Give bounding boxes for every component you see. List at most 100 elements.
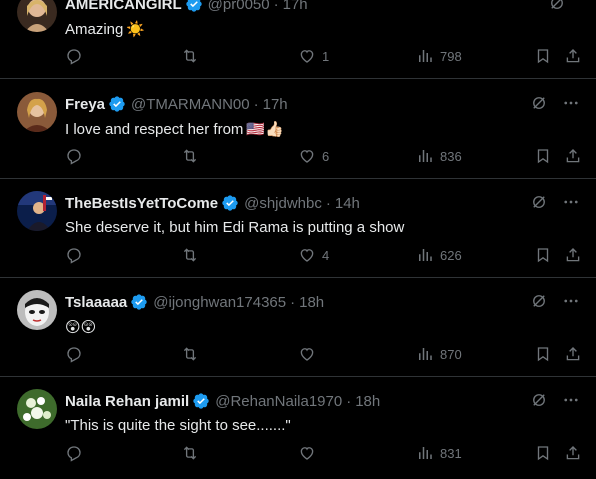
display-name[interactable]: AMERICANGIRL: [65, 0, 182, 13]
avatar[interactable]: [17, 290, 57, 330]
tweet-top-actions: [530, 94, 580, 112]
more-icon[interactable]: [562, 94, 580, 112]
display-name[interactable]: Freya: [65, 96, 105, 113]
grok-icon[interactable]: [548, 0, 566, 12]
like-button[interactable]: [298, 345, 322, 363]
avatar[interactable]: [17, 0, 57, 32]
repost-icon: [183, 248, 197, 262]
like-count: 4: [322, 247, 330, 263]
timestamp[interactable]: 14h: [335, 195, 360, 212]
reply-button[interactable]: [65, 147, 89, 165]
reply-button[interactable]: [65, 246, 89, 264]
tweet-top-actions: [530, 391, 580, 409]
tweet-text: Amazing ☀️: [65, 20, 146, 39]
repost-button[interactable]: [181, 345, 205, 363]
views-button[interactable]: 798: [416, 47, 462, 65]
views-icon: [419, 249, 432, 261]
views-count: 626: [440, 247, 462, 263]
share-icon: [566, 446, 580, 460]
reply-icon: [67, 347, 81, 363]
bookmark-button[interactable]: [534, 246, 552, 264]
like-icon: [300, 249, 314, 262]
display-name[interactable]: Naila Rehan jamil: [65, 393, 189, 410]
repost-button[interactable]: [181, 246, 205, 264]
tweet[interactable]: Tslaaaaa @ijonghwan174365 · 18h 😲😲 870: [0, 278, 596, 377]
tweet-emoji: 😲😲: [65, 319, 97, 336]
views-icon: [419, 447, 432, 459]
separator-dot: ·: [273, 0, 279, 13]
more-icon[interactable]: [562, 193, 580, 211]
tweet[interactable]: TheBestIsYetToCome @shjdwhbc · 14h She d…: [0, 179, 596, 278]
views-count: 831: [440, 445, 462, 461]
avatar[interactable]: [17, 92, 57, 132]
tweet-emoji: ☀️: [126, 21, 146, 38]
handle[interactable]: @ijonghwan174365: [153, 294, 286, 311]
tweet[interactable]: Freya @TMARMANN00 · 17h I love and respe…: [0, 80, 596, 179]
repost-icon: [183, 347, 197, 361]
grok-icon[interactable]: [530, 94, 548, 112]
like-icon: [300, 447, 314, 460]
timestamp[interactable]: 17h: [283, 0, 308, 13]
views-icon: [419, 150, 432, 162]
avatar[interactable]: [17, 389, 57, 429]
reply-button[interactable]: [65, 444, 89, 462]
timestamp[interactable]: 17h: [263, 96, 288, 113]
like-button[interactable]: 4: [298, 246, 329, 264]
repost-button[interactable]: [181, 147, 205, 165]
views-count: 870: [440, 346, 462, 362]
timestamp[interactable]: 18h: [355, 393, 380, 410]
share-button[interactable]: [564, 246, 582, 264]
tweet-text: "This is quite the sight to see.......": [65, 417, 291, 434]
bookmark-icon: [537, 347, 549, 362]
reply-icon: [67, 248, 81, 264]
separator-dot: ·: [325, 194, 331, 212]
display-name[interactable]: TheBestIsYetToCome: [65, 195, 218, 212]
repost-button[interactable]: [181, 444, 205, 462]
like-button[interactable]: [298, 444, 322, 462]
bookmark-icon: [537, 49, 549, 64]
bookmark-button[interactable]: [534, 147, 552, 165]
tweet-text-content: She deserve it, but him Edi Rama is putt…: [65, 219, 405, 236]
tweet-header: Naila Rehan jamil @RehanNaila1970 · 18h: [65, 391, 380, 411]
display-name[interactable]: Tslaaaaa: [65, 294, 127, 311]
reply-button[interactable]: [65, 345, 89, 363]
tweet-emoji: 🇺🇸👍🏻: [246, 121, 284, 138]
views-count: 798: [440, 48, 462, 64]
bookmark-button[interactable]: [534, 47, 552, 65]
bookmark-icon: [537, 149, 549, 164]
grok-icon[interactable]: [530, 193, 548, 211]
share-button[interactable]: [564, 47, 582, 65]
views-button[interactable]: 626: [416, 246, 462, 264]
share-button[interactable]: [564, 345, 582, 363]
handle[interactable]: @TMARMANN00: [131, 96, 250, 113]
handle[interactable]: @pr0050: [208, 0, 270, 13]
timestamp[interactable]: 18h: [299, 294, 324, 311]
views-count: 836: [440, 148, 462, 164]
share-button[interactable]: [564, 147, 582, 165]
like-button[interactable]: 1: [298, 47, 329, 65]
bookmark-button[interactable]: [534, 345, 552, 363]
bookmark-button[interactable]: [534, 444, 552, 462]
share-button[interactable]: [564, 444, 582, 462]
like-button[interactable]: 6: [298, 147, 329, 165]
tweet[interactable]: Naila Rehan jamil @RehanNaila1970 · 18h …: [0, 377, 596, 476]
grok-icon[interactable]: [530, 292, 548, 310]
tweet[interactable]: AMERICANGIRL @pr0050 · 17h Amazing ☀️ 1 …: [0, 0, 596, 79]
handle[interactable]: @RehanNaila1970: [215, 393, 342, 410]
reply-icon: [67, 49, 81, 65]
handle[interactable]: @shjdwhbc: [244, 195, 322, 212]
views-icon: [419, 50, 432, 62]
views-button[interactable]: 831: [416, 444, 462, 462]
views-button[interactable]: 870: [416, 345, 462, 363]
avatar[interactable]: [17, 191, 57, 231]
grok-icon[interactable]: [530, 391, 548, 409]
like-icon: [300, 150, 314, 163]
repost-button[interactable]: [181, 47, 205, 65]
views-icon: [419, 348, 432, 360]
tweet-actions: 4 626: [0, 246, 596, 266]
views-button[interactable]: 836: [416, 147, 462, 165]
repost-icon: [183, 149, 197, 163]
more-icon[interactable]: [562, 292, 580, 310]
reply-button[interactable]: [65, 47, 89, 65]
more-icon[interactable]: [562, 391, 580, 409]
